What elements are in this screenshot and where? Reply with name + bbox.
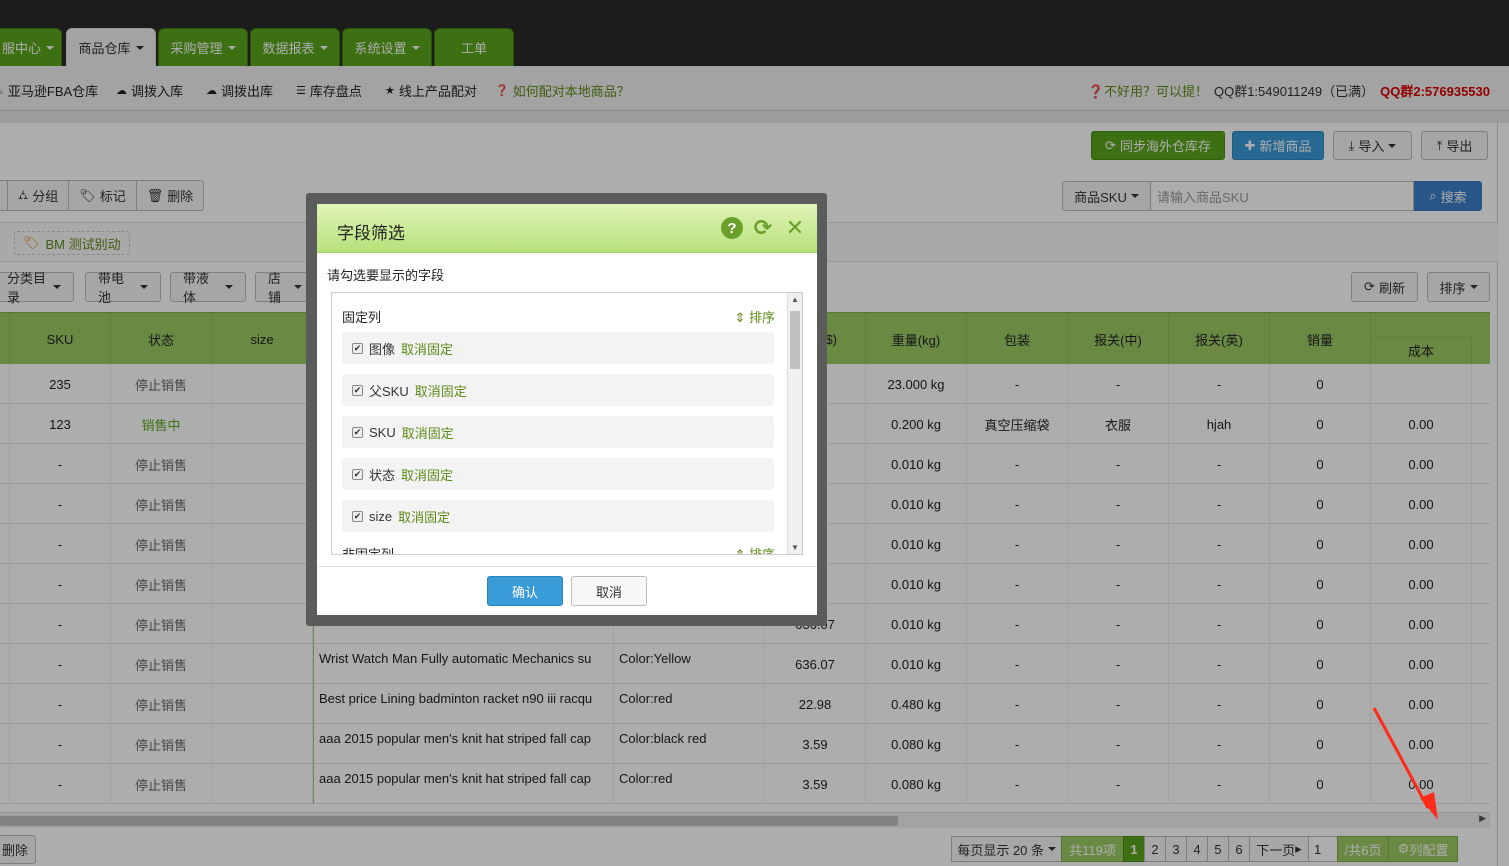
field-item[interactable]: ✔ 图像 取消固定 xyxy=(342,332,774,364)
dialog-title: 字段筛选 xyxy=(337,224,405,243)
field-item[interactable]: ✔ 父SKU 取消固定 xyxy=(342,374,774,406)
fixed-section-title: 固定列 xyxy=(342,310,382,325)
unfix-link[interactable]: 取消固定 xyxy=(401,339,453,358)
scrollbar-thumb[interactable] xyxy=(790,311,800,369)
dialog-header-icons: ? ⟳ ✕ xyxy=(721,215,807,240)
checkbox-checked-icon[interactable]: ✔ xyxy=(352,510,363,522)
checkbox-checked-icon[interactable]: ✔ xyxy=(352,468,363,480)
cancel-button[interactable]: 取消 xyxy=(571,576,647,606)
dialog-footer: 确认 取消 xyxy=(317,566,817,615)
nonfixed-sort-link[interactable]: ⇕ 排序 xyxy=(734,544,775,554)
dialog-header: 字段筛选 ? ⟳ ✕ xyxy=(317,204,817,253)
field-item[interactable]: ✔ SKU 取消固定 xyxy=(342,416,774,448)
checkbox-checked-icon[interactable]: ✔ xyxy=(352,384,363,396)
checkbox-checked-icon[interactable]: ✔ xyxy=(352,342,363,354)
field-item[interactable]: ✔ 状态 取消固定 xyxy=(342,458,774,490)
nonfixed-section-title: 非固定列 xyxy=(342,547,395,555)
scroll-up-icon[interactable]: ▲ xyxy=(791,295,799,304)
help-icon[interactable]: ? xyxy=(721,217,743,239)
unfix-link[interactable]: 取消固定 xyxy=(402,423,454,442)
vertical-scrollbar[interactable]: ▲ ▼ xyxy=(787,293,802,554)
refresh-icon[interactable]: ⟳ xyxy=(751,215,775,240)
checkbox-checked-icon[interactable]: ✔ xyxy=(352,426,363,438)
unfix-link[interactable]: 取消固定 xyxy=(415,381,467,400)
unfix-link[interactable]: 取消固定 xyxy=(401,465,453,484)
annotation-arrow-icon xyxy=(1372,707,1438,820)
dialog-instruction: 请勾选要显示的字段 xyxy=(327,268,445,283)
field-filter-dialog: 字段筛选 ? ⟳ ✕ 请勾选要显示的字段 固定列 ⇕ 排序 ✔ 图像 取消固定 ✔ 父… xyxy=(317,204,817,615)
confirm-button[interactable]: 确认 xyxy=(487,576,563,606)
unfix-link[interactable]: 取消固定 xyxy=(398,507,450,526)
fixed-sort-link[interactable]: ⇕ 排序 xyxy=(734,307,775,326)
close-icon[interactable]: ✕ xyxy=(783,215,807,240)
field-item[interactable]: ✔ size 取消固定 xyxy=(342,500,774,532)
field-list: 固定列 ⇕ 排序 ✔ 图像 取消固定 ✔ 父SKU 取消固定 ✔ SKU 取消固定 ✔ 状态取… xyxy=(331,292,803,555)
scroll-down-icon[interactable]: ▼ xyxy=(791,543,799,552)
